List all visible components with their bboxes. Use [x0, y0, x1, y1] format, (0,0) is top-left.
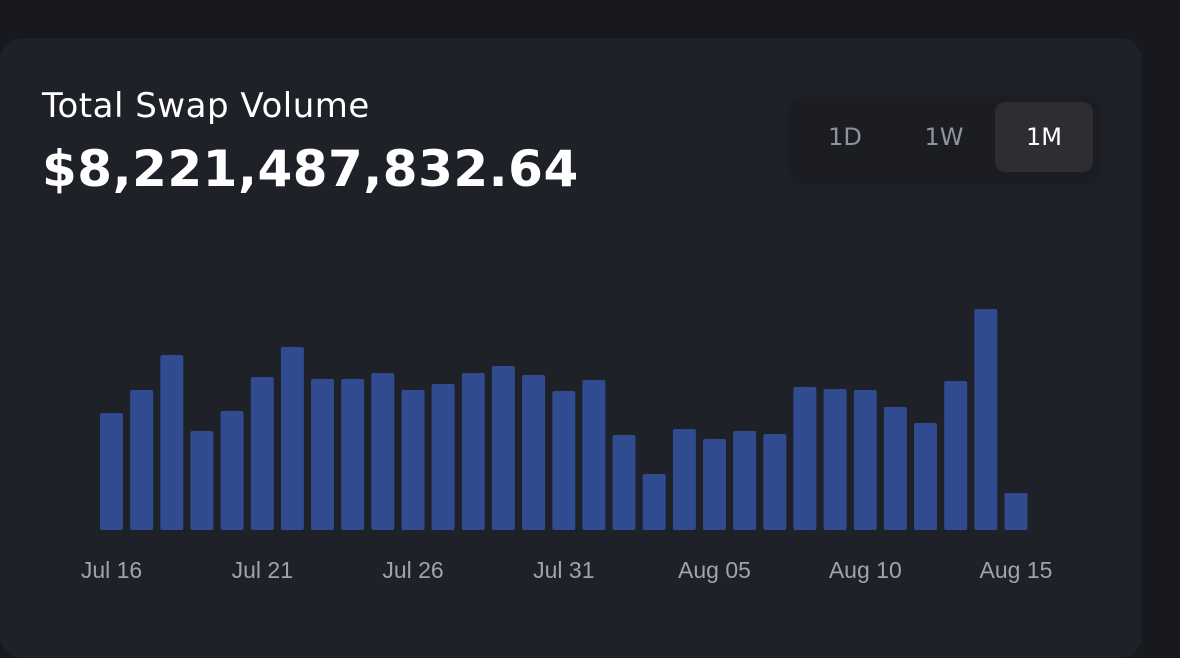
bar-jul-31[interactable] [552, 391, 576, 530]
bar-aug-12[interactable] [914, 423, 937, 530]
bar-jul-23[interactable] [311, 379, 334, 530]
bar-aug-07[interactable] [763, 434, 787, 530]
bar-aug-04[interactable] [672, 429, 696, 530]
volume-bar-chart: Jul 16 Jul 21 Jul 26 Jul 31 Aug 05 Aug 10 Aug … [81, 309, 1053, 583]
bar-aug-08[interactable] [793, 387, 817, 530]
bar-aug-01[interactable] [582, 380, 606, 530]
bar-jul-28[interactable] [461, 373, 485, 530]
x-tick-label: Jul 26 [382, 557, 443, 583]
bar-jul-18[interactable] [160, 355, 184, 530]
bar-aug-10[interactable] [853, 390, 877, 530]
x-tick-label: Aug 15 [980, 557, 1053, 583]
bar-jul-19[interactable] [190, 431, 214, 530]
bar-aug-06[interactable] [733, 431, 757, 530]
bar-jul-17[interactable] [130, 390, 154, 530]
x-tick-label: Jul 31 [533, 557, 594, 583]
bar-aug-15[interactable] [1004, 493, 1028, 530]
bar-jul-20[interactable] [220, 411, 244, 530]
bar-aug-02[interactable] [612, 435, 636, 530]
bar-jul-29[interactable] [491, 366, 515, 530]
bar-aug-14[interactable] [974, 309, 998, 530]
x-tick-label: Aug 05 [678, 557, 751, 583]
x-tick-label: Aug 10 [829, 557, 902, 583]
bar-aug-09[interactable] [823, 389, 847, 530]
x-tick-label: Jul 21 [232, 557, 293, 583]
bar-jul-30[interactable] [522, 375, 546, 530]
bar-jul-24[interactable] [341, 379, 365, 530]
bar-aug-03[interactable] [642, 474, 666, 530]
bar-jul-25[interactable] [371, 373, 395, 530]
bar-aug-05[interactable] [703, 439, 726, 530]
x-tick-label: Jul 16 [81, 557, 142, 583]
bar-aug-11[interactable] [883, 407, 907, 530]
bar-jul-27[interactable] [431, 384, 455, 530]
bar-jul-22[interactable] [280, 347, 304, 530]
bar-jul-16[interactable] [100, 413, 123, 530]
bar-jul-26[interactable] [401, 390, 425, 530]
bar-aug-13[interactable] [944, 381, 968, 530]
bar-jul-21[interactable] [250, 377, 274, 530]
